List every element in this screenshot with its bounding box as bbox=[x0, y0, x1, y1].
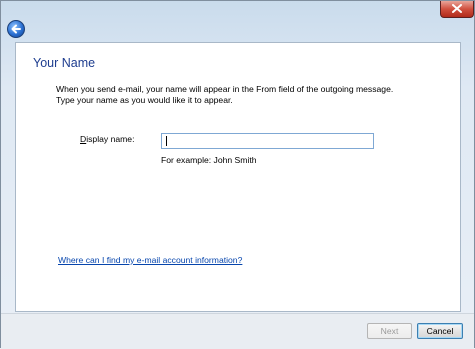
display-name-label: Display name: bbox=[80, 134, 134, 144]
title-bar bbox=[1, 1, 474, 42]
display-name-input[interactable] bbox=[161, 133, 374, 149]
page-title: Your Name bbox=[33, 56, 96, 70]
next-button[interactable]: Next bbox=[367, 323, 412, 339]
description-line-2: Type your name as you would like it to a… bbox=[56, 95, 233, 105]
cancel-button[interactable]: Cancel bbox=[417, 323, 463, 339]
description-line-1: When you send e-mail, your name will app… bbox=[56, 84, 394, 94]
close-icon bbox=[452, 4, 462, 13]
back-button[interactable] bbox=[7, 20, 25, 38]
content-panel: Your Name When you send e-mail, your nam… bbox=[15, 42, 461, 312]
account-info-help-link[interactable]: Where can I find my e-mail account infor… bbox=[58, 255, 242, 265]
example-hint: For example: John Smith bbox=[161, 155, 257, 165]
back-arrow-icon bbox=[11, 24, 21, 34]
close-button[interactable] bbox=[440, 1, 474, 18]
wizard-footer: Next Cancel bbox=[1, 313, 474, 349]
text-caret bbox=[166, 136, 167, 146]
display-name-label-text: isplay name: bbox=[86, 134, 135, 144]
wizard-window: Your Name When you send e-mail, your nam… bbox=[0, 0, 475, 349]
description: When you send e-mail, your name will app… bbox=[56, 84, 436, 106]
